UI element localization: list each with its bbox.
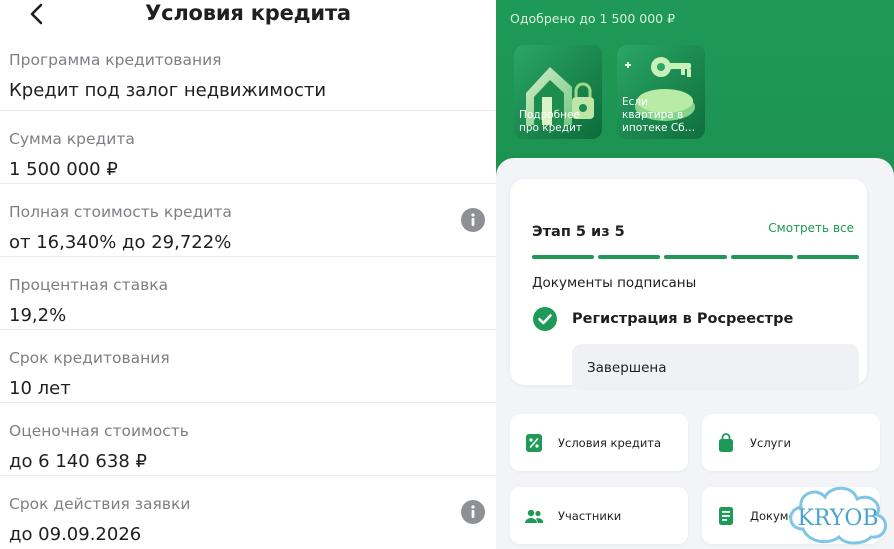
progress-segment bbox=[598, 255, 661, 259]
step-status: Завершена bbox=[587, 360, 667, 376]
condition-label: Срок действия заявки bbox=[9, 495, 191, 513]
loan-overview-panel: Одобрено до 1 500 000 ₽ Подробнее про кр… bbox=[496, 0, 894, 549]
condition-row-valuation: Оценочная стоимость до 6 140 638 ₽ bbox=[0, 403, 496, 476]
tile-label: Условия кредита bbox=[558, 436, 662, 450]
stage-card[interactable]: Этап 5 из 5 Смотреть все Документы подпи… bbox=[510, 179, 867, 391]
condition-row-full-cost: Полная стоимость кредита от 16,340% до 2… bbox=[0, 184, 496, 257]
condition-value: до 6 140 638 ₽ bbox=[9, 451, 147, 472]
condition-value: Кредит под залог недвижимости bbox=[9, 80, 327, 101]
condition-row-validity: Срок действия заявки до 09.09.2026 bbox=[0, 476, 496, 549]
tile-label: Участники bbox=[558, 509, 622, 523]
condition-value: 10 лет bbox=[9, 378, 71, 399]
page-title: Условия кредита bbox=[145, 1, 351, 25]
progress-segment bbox=[664, 255, 727, 259]
progress-segment bbox=[532, 255, 595, 259]
condition-label: Срок кредитования bbox=[9, 349, 170, 367]
document-icon bbox=[719, 507, 733, 525]
story-card-loan-details[interactable]: Подробнее про кредит bbox=[514, 45, 602, 139]
progress-segment bbox=[730, 255, 793, 259]
condition-label: Сумма кредита bbox=[9, 130, 135, 148]
header: Условия кредита bbox=[0, 0, 496, 32]
condition-row-rate: Процентная ставка 19,2% bbox=[0, 257, 496, 330]
tile-services[interactable]: Услуги bbox=[702, 414, 880, 471]
condition-value: 19,2% bbox=[9, 305, 67, 326]
condition-label: Процентная ставка bbox=[9, 276, 169, 294]
condition-row-term: Срок кредитования 10 лет bbox=[0, 330, 496, 403]
step-title: Регистрация в Росреестре bbox=[572, 311, 794, 327]
condition-label: Полная стоимость кредита bbox=[9, 203, 232, 221]
tile-loan-conditions[interactable]: Условия кредита bbox=[510, 414, 688, 471]
condition-label: Программа кредитования bbox=[9, 51, 222, 69]
step-status-box: Завершена bbox=[572, 344, 859, 391]
watermark-text: KRYOB bbox=[797, 506, 878, 531]
condition-row-amount: Сумма кредита 1 500 000 ₽ bbox=[0, 111, 496, 184]
condition-row-program: Программа кредитования Кредит под залог … bbox=[0, 32, 496, 111]
story-card-mortgaged-apartment[interactable]: Если квартира в ипотеке Сб… bbox=[617, 45, 705, 139]
stage-title: Этап 5 из 5 bbox=[532, 224, 625, 240]
condition-value: до 09.09.2026 bbox=[9, 524, 142, 545]
stage-progress-bar bbox=[532, 255, 860, 259]
story-text: Если квартира в ипотеке Сб… bbox=[622, 96, 696, 134]
progress-segment bbox=[796, 255, 860, 259]
see-all-link[interactable]: Смотреть все bbox=[768, 221, 854, 235]
condition-value: 1 500 000 ₽ bbox=[9, 159, 118, 180]
info-icon[interactable] bbox=[461, 500, 485, 524]
shopping-bag-icon bbox=[719, 433, 733, 452]
approved-amount: Одобрено до 1 500 000 ₽ bbox=[510, 11, 676, 26]
story-text: Подробнее про кредит bbox=[519, 109, 582, 134]
condition-label: Оценочная стоимость bbox=[9, 422, 189, 440]
check-circle-icon bbox=[533, 307, 557, 331]
condition-value: от 16,340% до 29,722% bbox=[9, 232, 232, 253]
people-icon bbox=[525, 509, 544, 523]
documents-status: Документы подписаны bbox=[532, 275, 697, 291]
percent-document-icon bbox=[526, 434, 542, 452]
info-icon[interactable] bbox=[461, 208, 485, 232]
tile-label: Услуги bbox=[750, 436, 792, 450]
approval-banner: Одобрено до 1 500 000 ₽ Подробнее про кр… bbox=[496, 0, 894, 180]
tile-participants[interactable]: Участники bbox=[510, 487, 688, 544]
watermark-logo: KRYOB bbox=[789, 486, 887, 545]
loan-conditions-panel: Условия кредита Программа кредитования К… bbox=[0, 0, 496, 549]
